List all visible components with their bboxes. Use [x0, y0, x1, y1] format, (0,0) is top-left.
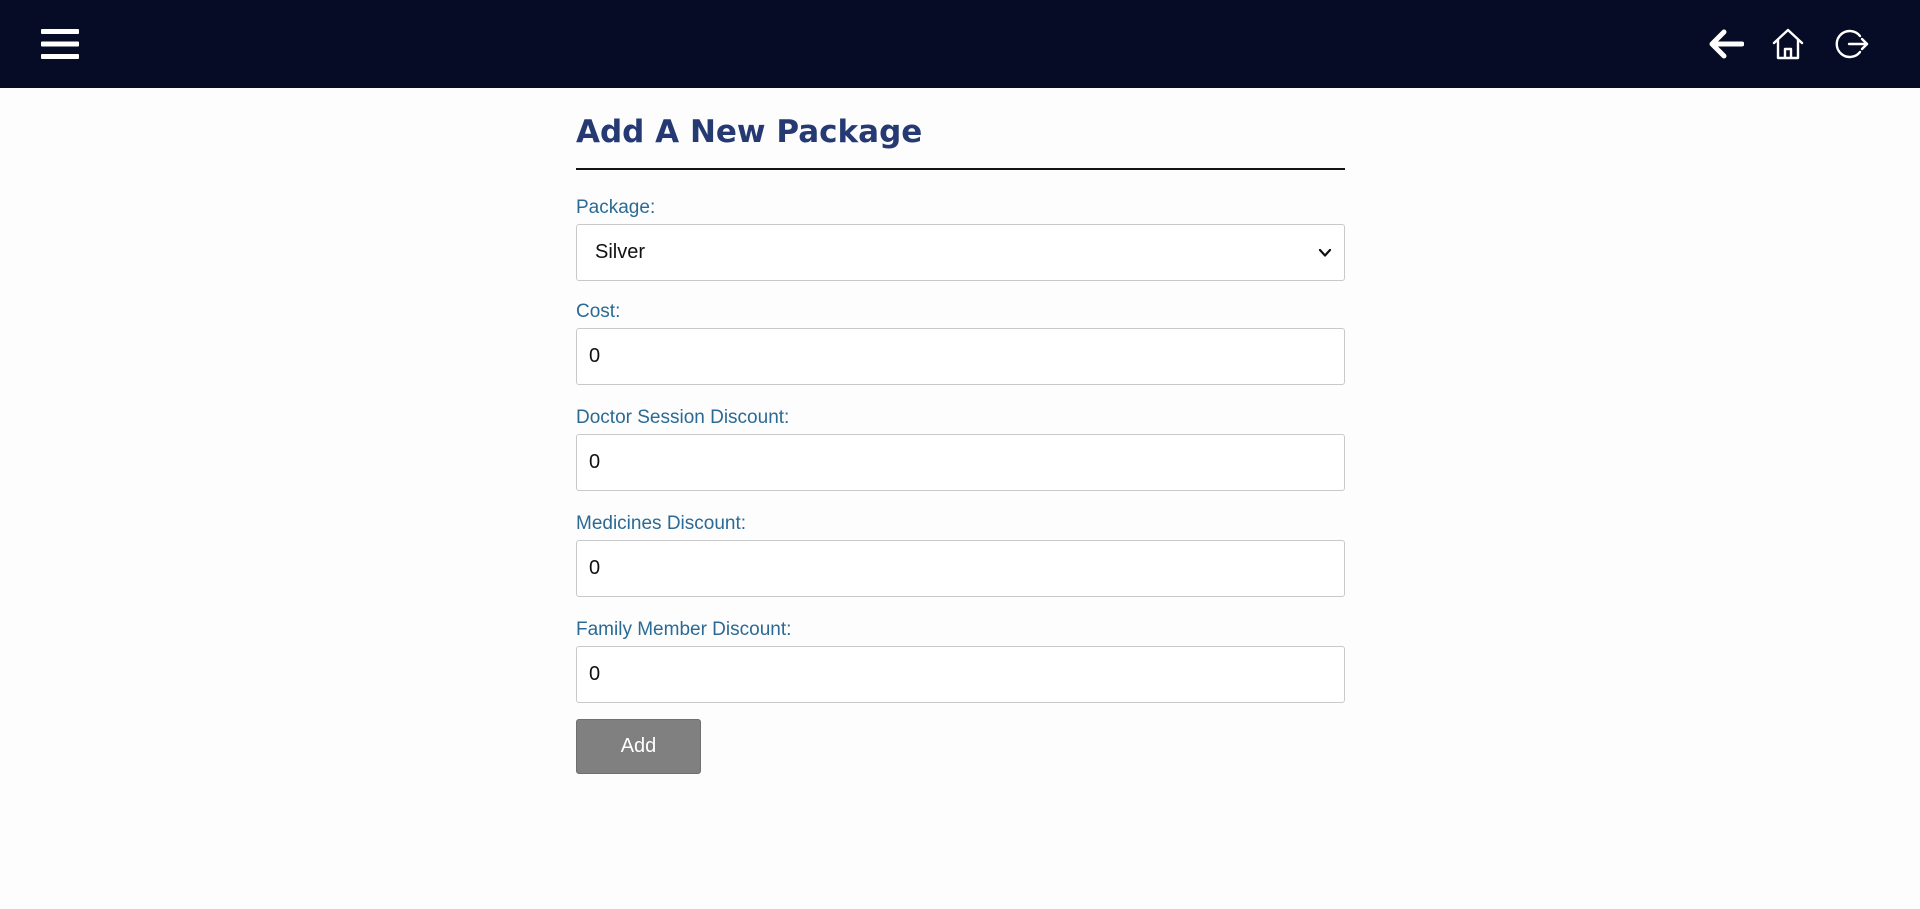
- package-select[interactable]: Silver: [576, 224, 1345, 281]
- top-navigation-bar: [0, 0, 1920, 88]
- medicines-discount-input[interactable]: [576, 540, 1345, 597]
- logout-icon[interactable]: [1830, 22, 1874, 66]
- doctor-session-discount-field-group: Doctor Session Discount:: [576, 406, 1345, 491]
- cost-input[interactable]: [576, 328, 1345, 385]
- home-icon[interactable]: [1766, 22, 1810, 66]
- medicines-discount-field-group: Medicines Discount:: [576, 512, 1345, 597]
- title-divider: [576, 168, 1345, 170]
- doctor-session-discount-label: Doctor Session Discount:: [576, 407, 790, 428]
- doctor-session-discount-input[interactable]: [576, 434, 1345, 491]
- package-selected-value: Silver: [595, 241, 646, 263]
- family-member-discount-label: Family Member Discount:: [576, 619, 792, 640]
- package-label: Package:: [576, 197, 656, 218]
- package-field-group: Package: Silver: [576, 196, 1345, 281]
- family-member-discount-input[interactable]: [576, 646, 1345, 703]
- back-arrow-icon[interactable]: [1704, 22, 1748, 66]
- family-member-discount-field-group: Family Member Discount:: [576, 618, 1345, 703]
- cost-field-group: Cost:: [576, 300, 1345, 385]
- hamburger-menu-icon[interactable]: [36, 24, 84, 64]
- cost-label: Cost:: [576, 301, 621, 322]
- add-button[interactable]: Add: [576, 719, 701, 774]
- medicines-discount-label: Medicines Discount:: [576, 513, 747, 534]
- page-title: Add A New Package: [576, 114, 923, 150]
- add-package-form: Add A New Package Package: Silver Cost: …: [576, 88, 1345, 774]
- chevron-down-icon: [1318, 248, 1332, 257]
